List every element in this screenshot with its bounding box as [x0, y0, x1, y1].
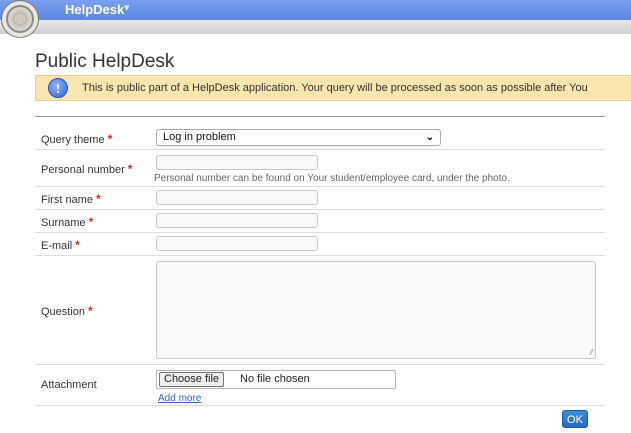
question-textarea[interactable]: ⁄⁄: [156, 261, 596, 359]
email-label: E-mail *: [41, 238, 80, 252]
required-marker: *: [95, 192, 101, 206]
university-seal-logo[interactable]: [1, 0, 39, 38]
info-icon: !: [48, 78, 68, 98]
personal-number-input[interactable]: [156, 155, 318, 170]
form-divider: [35, 116, 605, 117]
info-banner: ! This is public part of a HelpDesk appl…: [35, 75, 631, 101]
info-banner-text: This is public part of a HelpDesk applic…: [82, 82, 588, 94]
query-theme-row: Query theme * Log in problem ⌄: [35, 125, 605, 150]
query-theme-label: Query theme *: [41, 132, 113, 146]
query-theme-select[interactable]: Log in problem ⌄: [156, 129, 441, 146]
ok-button[interactable]: OK: [562, 410, 588, 428]
attachment-row: Attachment Choose file No file chosen Ad…: [35, 365, 605, 406]
add-more-link[interactable]: Add more: [158, 393, 201, 404]
personal-number-label: Personal number *: [41, 162, 133, 176]
first-name-input[interactable]: [156, 190, 318, 205]
surname-row: Surname *: [35, 210, 605, 233]
file-status: No file chosen: [240, 373, 310, 385]
required-marker: *: [88, 215, 94, 229]
choose-file-button[interactable]: Choose file: [159, 372, 225, 387]
surname-input[interactable]: [156, 213, 318, 228]
resize-grip-icon[interactable]: ⁄⁄: [590, 348, 593, 357]
chevron-down-icon: ⌄: [425, 132, 434, 143]
first-name-label: First name *: [41, 192, 101, 206]
query-theme-selected-value: Log in problem: [163, 131, 236, 143]
question-row: Question * ⁄⁄: [35, 256, 605, 365]
sub-navigation-bar: [0, 20, 631, 34]
surname-label: Surname *: [41, 215, 94, 229]
app-title-menu[interactable]: HelpDesk: [65, 2, 124, 17]
attachment-file-input[interactable]: Choose file No file chosen: [156, 370, 396, 389]
personal-number-row: Personal number * Personal number can be …: [35, 150, 605, 187]
email-input[interactable]: [156, 236, 318, 251]
page-title: Public HelpDesk: [35, 51, 175, 72]
attachment-label: Attachment: [41, 379, 97, 391]
required-marker: *: [75, 238, 80, 252]
first-name-row: First name *: [35, 187, 605, 210]
question-label: Question *: [41, 304, 93, 318]
required-marker: *: [88, 304, 93, 318]
chevron-down-icon[interactable]: ▾: [124, 1, 130, 14]
personal-number-help: Personal number can be found on Your stu…: [154, 173, 510, 184]
email-row: E-mail *: [35, 233, 605, 256]
required-marker: *: [127, 162, 133, 176]
required-marker: *: [107, 132, 113, 146]
